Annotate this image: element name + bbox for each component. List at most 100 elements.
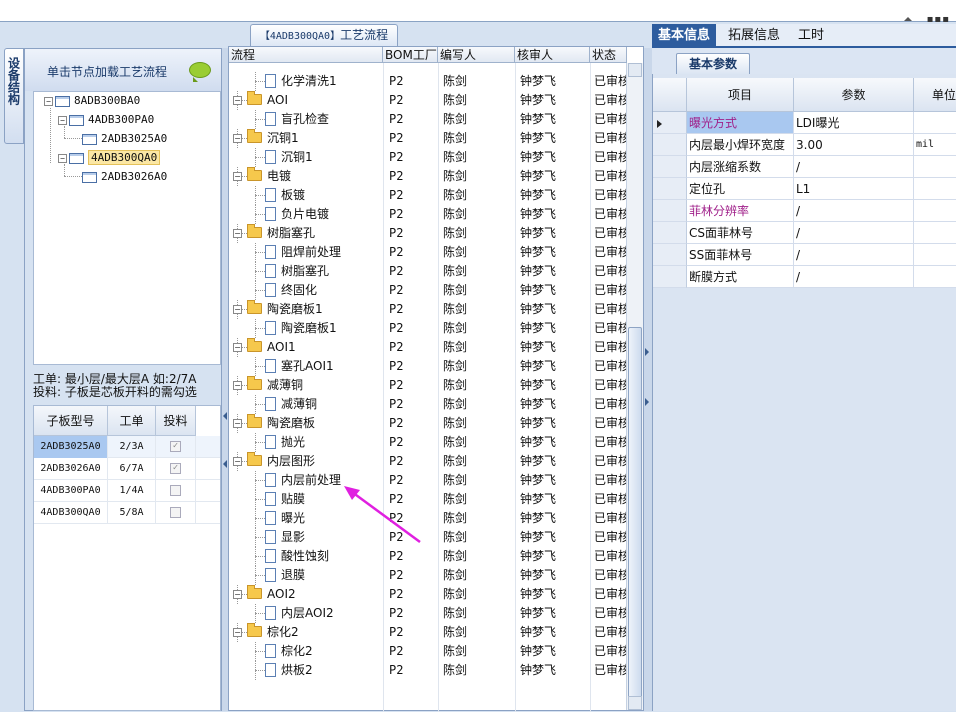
param-value[interactable]: / [794,266,914,288]
column-header[interactable]: 投料 [156,406,196,436]
process-row[interactable]: 棕化2 − P2 陈剑 钟梦飞 已审核 [229,623,627,642]
process-row[interactable]: 内层图形 − P2 陈剑 钟梦飞 已审核 [229,452,627,471]
process-flow-tab[interactable]: 【4ADB300QA0】工艺流程 [250,24,398,46]
process-row[interactable]: 板镀 P2 陈剑 钟梦飞 已审核 [229,186,627,205]
collapse-icon[interactable]: − [233,172,242,181]
param-item[interactable]: SS面菲林号 [687,244,794,266]
collapse-icon[interactable]: − [58,115,67,125]
row-header[interactable] [653,244,687,266]
tab-basic-params[interactable]: 基本参数 [676,53,751,74]
param-row[interactable]: CS面菲林号 / [653,222,956,244]
collapse-right-icon[interactable] [645,348,649,356]
tab-working-hours[interactable]: 工时 [792,24,830,48]
column-header-bom[interactable]: BOM工厂 [383,47,438,63]
process-row[interactable]: 阻焊前处理 P2 陈剑 钟梦飞 已审核 [229,243,627,262]
collapse-icon[interactable]: − [233,305,242,314]
param-item[interactable]: 曝光方式 [687,112,794,134]
column-header-writer[interactable]: 编写人 [438,47,515,63]
tab-basic-info[interactable]: 基本信息 [652,24,717,48]
param-item[interactable]: 断膜方式 [687,266,794,288]
column-header-flow[interactable]: 流程 [229,47,383,63]
param-value[interactable]: / [794,244,914,266]
scroll-down-icon[interactable] [628,696,642,710]
process-row[interactable]: 负片电镀 P2 陈剑 钟梦飞 已审核 [229,205,627,224]
row-header[interactable] [653,156,687,178]
param-unit[interactable] [914,200,956,222]
param-row[interactable]: 断膜方式 / [653,266,956,288]
process-row[interactable]: 烘板2 P2 陈剑 钟梦飞 已审核 [229,661,627,680]
tab-extended-info[interactable]: 拓展信息 [722,24,786,48]
row-header[interactable] [653,178,687,200]
scroll-up-icon[interactable] [628,63,642,77]
process-row[interactable]: 退膜 P2 陈剑 钟梦飞 已审核 [229,566,627,585]
column-header-item[interactable]: 项目 [687,78,794,112]
process-row[interactable]: 树脂塞孔 − P2 陈剑 钟梦飞 已审核 [229,224,627,243]
cell-model[interactable]: 4ADB300QA0 [34,502,108,524]
param-item[interactable]: CS面菲林号 [687,222,794,244]
param-item[interactable]: 内层最小焊环宽度 [687,134,794,156]
feed-checkbox[interactable]: ✓ [170,462,181,474]
column-header-reviewer[interactable]: 核审人 [515,47,590,63]
collapse-right-icon[interactable] [645,398,649,406]
process-row[interactable]: 树脂塞孔 P2 陈剑 钟梦飞 已审核 [229,262,627,281]
collapse-icon[interactable]: − [233,457,242,466]
collapse-left-icon[interactable] [223,412,227,420]
table-row[interactable]: 4ADB300PA0 1/4A [34,480,220,502]
process-row[interactable]: 酸性蚀刻 P2 陈剑 钟梦飞 已审核 [229,547,627,566]
param-item[interactable]: 内层涨缩系数 [687,156,794,178]
right-splitter[interactable] [644,48,652,711]
param-value[interactable]: 3.00 [794,134,914,156]
feed-checkbox[interactable]: ✓ [170,440,181,452]
param-unit[interactable] [914,112,956,134]
param-row[interactable]: 内层最小焊环宽度 3.00 mil [653,134,956,156]
tab-device-structure[interactable]: 设备结构 [4,48,24,144]
param-row[interactable]: SS面菲林号 / [653,244,956,266]
process-row[interactable]: 陶瓷磨板1 P2 陈剑 钟梦飞 已审核 [229,319,627,338]
cell-order[interactable]: 6/7A [108,458,156,480]
collapse-icon[interactable]: − [233,96,242,105]
param-value[interactable]: / [794,222,914,244]
collapse-icon[interactable]: − [233,343,242,352]
table-row[interactable]: 2ADB3026A0 6/7A ✓ [34,458,220,480]
param-unit[interactable] [914,222,956,244]
collapse-icon[interactable]: − [233,419,242,428]
process-row[interactable]: 内层AOI2 P2 陈剑 钟梦飞 已审核 [229,604,627,623]
param-value[interactable]: / [794,156,914,178]
tree-node[interactable]: − 8ADB300BA0 [44,92,140,110]
table-row[interactable]: 4ADB300QA0 5/8A [34,502,220,524]
collapse-icon[interactable]: − [233,134,242,143]
process-row[interactable]: 棕化2 P2 陈剑 钟梦飞 已审核 [229,642,627,661]
param-value[interactable]: LDI曝光 [794,112,914,134]
column-header-value[interactable]: 参数 [794,78,914,112]
param-unit[interactable] [914,266,956,288]
column-header[interactable]: 子板型号 [34,406,108,436]
row-header[interactable] [653,112,687,134]
cell-model[interactable]: 2ADB3025A0 [34,436,108,458]
process-row[interactable]: 电镀 − P2 陈剑 钟梦飞 已审核 [229,167,627,186]
collapse-left-icon[interactable] [223,460,227,468]
row-header[interactable] [653,222,687,244]
param-unit[interactable] [914,156,956,178]
collapse-icon[interactable]: − [233,590,242,599]
collapse-icon[interactable]: − [233,628,242,637]
process-row[interactable]: 减薄铜 P2 陈剑 钟梦飞 已审核 [229,395,627,414]
param-row[interactable]: 曝光方式 LDI曝光 [653,112,956,134]
process-row[interactable]: 塞孔AOI1 P2 陈剑 钟梦飞 已审核 [229,357,627,376]
tree-node[interactable]: 2ADB3025A0 [80,130,167,148]
process-row[interactable]: 显影 P2 陈剑 钟梦飞 已审核 [229,528,627,547]
vertical-scrollbar[interactable] [626,63,643,710]
param-row[interactable]: 菲林分辨率 / [653,200,956,222]
cell-order[interactable]: 5/8A [108,502,156,524]
feed-checkbox[interactable] [170,484,181,496]
cell-model[interactable]: 2ADB3026A0 [34,458,108,480]
param-unit[interactable]: mil [914,134,956,156]
process-row[interactable]: 化学清洗1 P2 陈剑 钟梦飞 已审核 [229,72,627,91]
process-row[interactable]: AOI2 − P2 陈剑 钟梦飞 已审核 [229,585,627,604]
param-item[interactable]: 菲林分辨率 [687,200,794,222]
column-header[interactable]: 工单 [108,406,156,436]
collapse-icon[interactable]: − [58,153,67,163]
feed-checkbox[interactable] [170,506,181,518]
param-value[interactable]: L1 [794,178,914,200]
table-row[interactable]: 2ADB3025A0 2/3A ✓ [34,436,220,458]
process-row[interactable]: 终固化 P2 陈剑 钟梦飞 已审核 [229,281,627,300]
